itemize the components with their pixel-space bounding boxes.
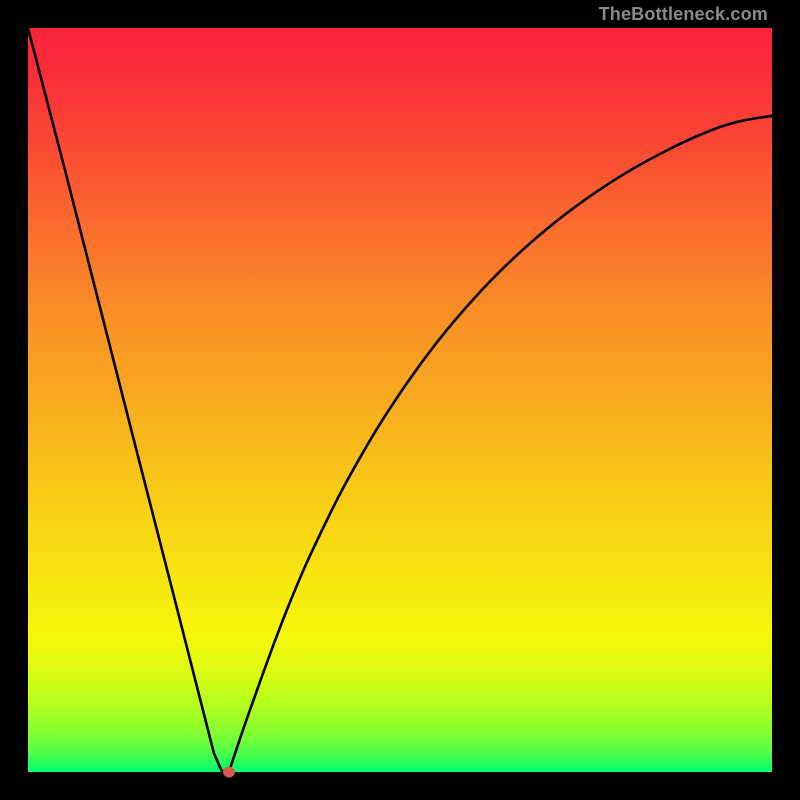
attribution-text: TheBottleneck.com (599, 4, 768, 25)
optimum-marker (223, 767, 235, 778)
curve-svg (28, 28, 772, 772)
plot-area (28, 28, 772, 772)
bottleneck-curve (28, 28, 772, 772)
chart-frame: TheBottleneck.com (0, 0, 800, 800)
